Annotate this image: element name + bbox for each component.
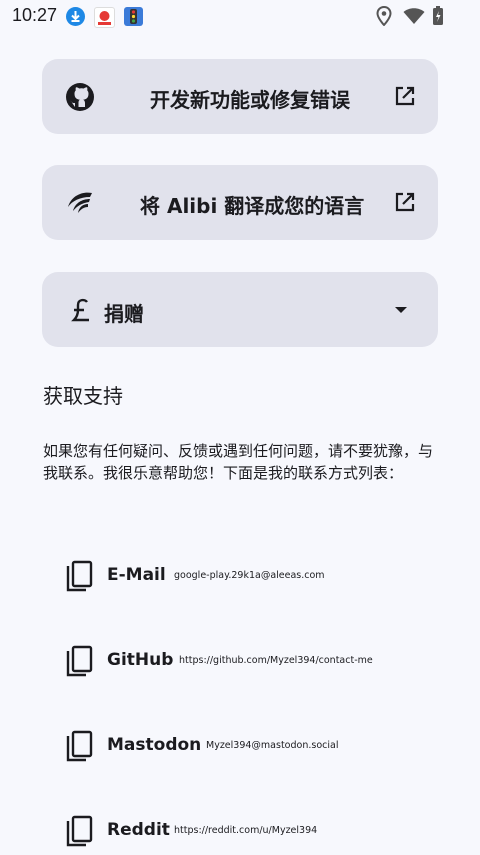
contribute-label: 开发新功能或修复错误 <box>150 88 350 112</box>
support-description: 如果您有任何疑问、反馈或遇到任何问题，请不要犹豫，与我联系。我很乐意帮助您！下面… <box>43 442 434 482</box>
pound-icon <box>71 298 89 322</box>
red-app-icon <box>94 7 115 28</box>
contact-value: google-play.29k1a@aleeas.com <box>174 570 325 581</box>
external-link-icon <box>395 86 415 106</box>
contribute-card[interactable]: 开发新功能或修复错误 <box>42 59 438 134</box>
status-bar: 10:27 <box>0 0 480 32</box>
contact-value: https://reddit.com/u/Myzel394 <box>174 825 318 836</box>
github-icon <box>66 83 94 111</box>
translate-bird-icon <box>68 192 92 213</box>
contact-name: Reddit <box>107 820 170 840</box>
contact-value: Myzel394@mastodon.social <box>206 740 339 751</box>
copy-icon <box>66 645 93 677</box>
donate-label: 捐赠 <box>104 302 144 326</box>
location-icon <box>376 6 392 26</box>
status-time: 10:27 <box>12 5 58 25</box>
contact-github[interactable]: GitHub https://github.com/Myzel394/conta… <box>64 645 464 685</box>
dropdown-arrow-icon <box>395 307 407 313</box>
battery-icon <box>433 6 443 25</box>
download-icon <box>66 7 85 26</box>
contact-name: GitHub <box>107 650 174 670</box>
contact-value: https://github.com/Myzel394/contact-me <box>179 655 373 666</box>
wifi-icon <box>403 8 425 24</box>
contact-name: E-Mail <box>107 565 166 585</box>
copy-icon <box>66 560 93 592</box>
external-link-icon <box>395 192 415 212</box>
contact-name: Mastodon <box>107 735 202 755</box>
contact-email[interactable]: E-Mail google-play.29k1a@aleeas.com <box>64 560 464 600</box>
traffic-light-app-icon <box>124 7 143 26</box>
copy-icon <box>66 815 93 847</box>
donate-card[interactable]: 捐赠 <box>42 272 438 347</box>
translate-card[interactable]: 将 Alibi 翻译成您的语言 <box>42 165 438 240</box>
translate-label: 将 Alibi 翻译成您的语言 <box>140 194 365 218</box>
contact-mastodon[interactable]: Mastodon Myzel394@mastodon.social <box>64 730 464 770</box>
copy-icon <box>66 730 93 762</box>
support-title: 获取支持 <box>43 384 123 408</box>
contact-reddit[interactable]: Reddit https://reddit.com/u/Myzel394 <box>64 815 464 855</box>
